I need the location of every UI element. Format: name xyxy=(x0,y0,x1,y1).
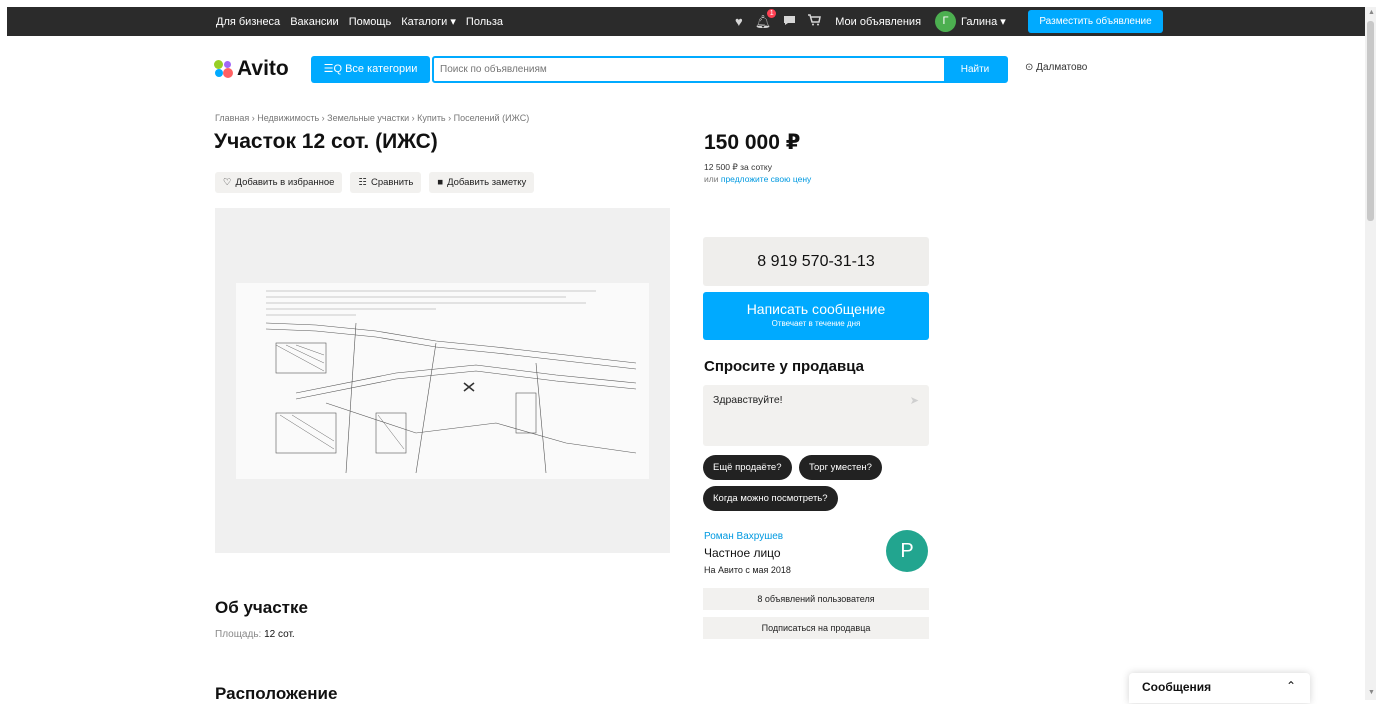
phone-button[interactable]: 8 919 570-31-13 xyxy=(703,237,929,286)
user-menu[interactable]: Галина ▾ xyxy=(961,15,1006,28)
ask-seller-title: Спросите у продавца xyxy=(704,358,864,375)
avito-logo[interactable]: Avito xyxy=(214,57,289,81)
note-icon: ■ xyxy=(437,177,444,188)
seller-type: Частное лицо xyxy=(704,546,781,560)
messages-chat-icon[interactable] xyxy=(783,14,796,29)
post-ad-button[interactable]: Разместить объявление xyxy=(1028,10,1163,33)
favorites-heart-icon[interactable]: ♥ xyxy=(735,14,743,29)
nav-business[interactable]: Для бизнеса xyxy=(216,16,280,28)
add-note-label: Добавить заметку xyxy=(447,177,527,188)
seller-avatar[interactable]: Р xyxy=(886,530,928,572)
compare-icon: ☷ xyxy=(358,177,367,188)
send-icon[interactable]: ➤ xyxy=(910,394,919,407)
compare-button[interactable]: ☷ Сравнить xyxy=(350,172,422,193)
compare-label: Сравнить xyxy=(371,177,414,188)
search-bar: Найти xyxy=(432,56,1008,83)
price: 150 000 ₽ xyxy=(704,131,801,154)
notifications-bell-icon[interactable]: 🔔︎ 1 xyxy=(755,8,777,30)
quick-question-bargain[interactable]: Торг уместен? xyxy=(798,455,882,480)
heart-outline-icon: ♡ xyxy=(223,177,232,188)
offer-price: или предложите свою цену xyxy=(704,174,811,184)
listing-actions: ♡ Добавить в избранное ☷ Сравнить ■ Добавит… xyxy=(215,172,535,193)
seller-since: На Авито с мая 2018 xyxy=(704,565,791,575)
seller-name-link[interactable]: Роман Вахрушев xyxy=(704,531,783,542)
ask-seller-text: Здравствуйте! xyxy=(713,394,783,406)
cart-icon[interactable] xyxy=(808,14,822,29)
scroll-down-arrow-icon[interactable]: ▼ xyxy=(1368,689,1375,696)
add-note-button[interactable]: ■ Добавить заметку xyxy=(429,172,535,193)
page-scrollbar[interactable]: ▲ ▼ xyxy=(1365,7,1376,700)
messages-widget-title: Сообщения xyxy=(1142,680,1212,694)
search-input[interactable] xyxy=(440,58,940,81)
logo-text: Avito xyxy=(237,57,289,80)
offer-prefix: или xyxy=(704,174,719,184)
seller-listings-button[interactable]: 8 объявлений пользователя xyxy=(703,588,929,610)
all-categories-button[interactable]: ☰Q Все категории xyxy=(311,56,430,83)
scroll-up-arrow-icon[interactable]: ▲ xyxy=(1368,9,1375,16)
nav-vacancies[interactable]: Вакансии xyxy=(290,16,339,28)
listing-title: Участок 12 сот. (ИЖС) xyxy=(214,130,438,153)
location-section-title: Расположение xyxy=(215,684,338,703)
price-per-unit: 12 500 ₽ за сотку xyxy=(704,162,772,172)
area-info: Площадь: 12 сот. xyxy=(215,629,295,640)
quick-question-viewing[interactable]: Когда можно посмотреть? xyxy=(703,486,838,511)
subscribe-seller-button[interactable]: Подписаться на продавца xyxy=(703,617,929,639)
nav-catalogs[interactable]: Каталоги ▾ xyxy=(401,15,456,28)
add-favorite-button[interactable]: ♡ Добавить в избранное xyxy=(215,172,343,193)
chevron-up-icon[interactable]: ⌃ xyxy=(1286,679,1296,693)
quick-questions: Ещё продаёте? Торг уместен? Когда можно … xyxy=(703,455,933,517)
scrollbar-thumb[interactable] xyxy=(1367,21,1374,221)
top-bar: Для бизнеса Вакансии Помощь Каталоги ▾ П… xyxy=(7,7,1365,36)
my-ads-link[interactable]: Мои объявления xyxy=(835,16,921,28)
write-message-label: Написать сообщение xyxy=(746,301,886,317)
location-selector[interactable]: ⊙ Далматово xyxy=(1025,62,1087,73)
about-section-title: Об участке xyxy=(215,598,308,617)
map-scan-image[interactable] xyxy=(236,283,649,479)
area-value: 12 сот. xyxy=(264,629,295,640)
area-label: Площадь: xyxy=(215,629,262,640)
messages-widget[interactable]: Сообщения ⌃ xyxy=(1129,673,1310,703)
breadcrumb[interactable]: Главная › Недвижимость › Земельные участ… xyxy=(215,113,529,123)
response-time-label: Отвечает в течение дня xyxy=(771,319,861,328)
ask-seller-textarea[interactable]: Здравствуйте! ➤ xyxy=(703,385,929,446)
quick-question-still-selling[interactable]: Ещё продаёте? xyxy=(703,455,792,480)
notifications-badge: 1 xyxy=(767,8,777,18)
logo-dots-icon xyxy=(214,60,234,78)
search-button[interactable]: Найти xyxy=(944,58,1006,81)
nav-benefit[interactable]: Польза xyxy=(466,16,503,28)
nav-help[interactable]: Помощь xyxy=(349,16,392,28)
top-right-tools: ♥ 🔔︎ 1 Мои объявления Г Галина ▾ xyxy=(735,7,1006,36)
write-message-button[interactable]: Написать сообщение Отвечает в течение дн… xyxy=(703,292,929,340)
user-avatar[interactable]: Г xyxy=(935,11,957,32)
offer-price-link[interactable]: предложите свою цену xyxy=(721,174,811,184)
top-nav: Для бизнеса Вакансии Помощь Каталоги ▾ П… xyxy=(216,7,503,36)
add-favorite-label: Добавить в избранное xyxy=(235,177,335,188)
location-pin-icon: ⊙ xyxy=(1025,62,1034,73)
location-name: Далматово xyxy=(1036,62,1088,73)
